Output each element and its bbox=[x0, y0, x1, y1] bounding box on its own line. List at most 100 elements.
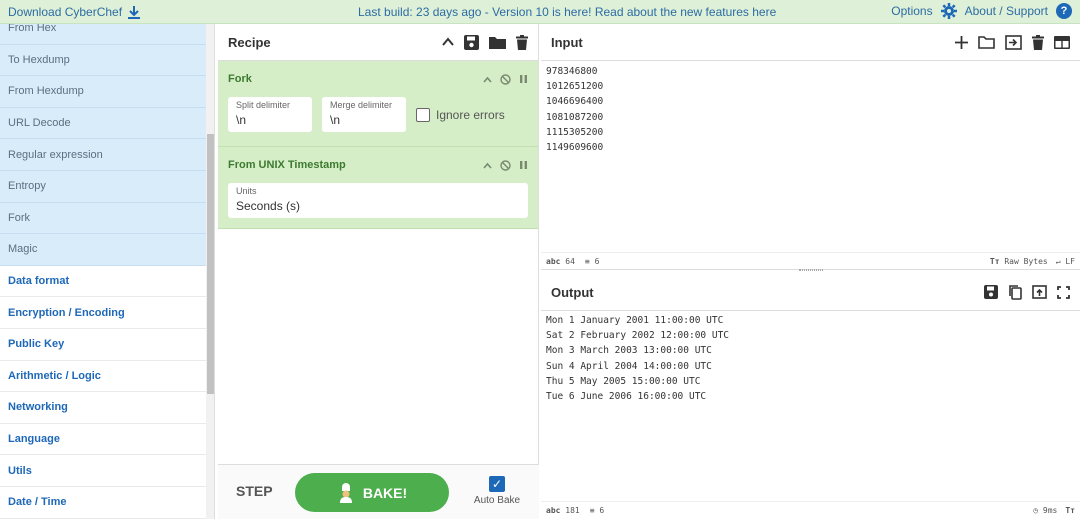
help-icon[interactable]: ? bbox=[1056, 3, 1072, 19]
operation-item[interactable]: Regular expression bbox=[0, 139, 206, 171]
field-label: Merge delimiter bbox=[330, 100, 393, 110]
category-item[interactable]: Data format bbox=[0, 265, 206, 298]
char-count-value: 64 bbox=[565, 257, 575, 266]
category-item[interactable]: Networking bbox=[0, 392, 206, 424]
save-icon[interactable] bbox=[464, 34, 479, 50]
trash-icon[interactable] bbox=[1032, 34, 1044, 50]
disable-icon[interactable] bbox=[500, 159, 511, 171]
operation-item[interactable]: From Hexdump bbox=[0, 76, 206, 108]
import-icon[interactable] bbox=[1005, 34, 1022, 50]
bake-label: BAKE! bbox=[362, 484, 408, 501]
category-item[interactable]: Utils bbox=[0, 455, 206, 487]
fullscreen-icon[interactable] bbox=[1057, 285, 1070, 299]
output-text[interactable]: Mon 1 January 2001 11:00:00 UTC Sat 2 Fe… bbox=[546, 313, 729, 404]
split-delimiter-field[interactable]: Split delimiter \n bbox=[228, 97, 312, 132]
operation-title: From UNIX Timestamp bbox=[228, 159, 346, 171]
recipe-operation-from-unix-timestamp[interactable]: From UNIX Timestamp Units Seconds (s) bbox=[218, 147, 538, 229]
auto-bake-label: Auto Bake bbox=[473, 495, 521, 506]
checkbox-label: Ignore errors bbox=[436, 107, 505, 122]
category-item[interactable]: Public Key bbox=[0, 328, 206, 361]
line-count: ≡ 6 bbox=[584, 257, 600, 266]
char-count: abc 181 bbox=[546, 506, 580, 515]
operations-scrollbar[interactable] bbox=[206, 24, 214, 519]
eol-toggle[interactable]: ↵ LF bbox=[1056, 257, 1075, 266]
recipe-header: Recipe bbox=[218, 24, 538, 61]
operations-panel: From Hex To Hexdump From Hexdump URL Dec… bbox=[0, 24, 215, 519]
folder-icon[interactable] bbox=[489, 35, 506, 49]
chevron-up-icon[interactable] bbox=[442, 37, 454, 47]
raw-bytes-label: Raw Bytes bbox=[1004, 257, 1048, 266]
line-count: ≡ 6 bbox=[589, 506, 605, 515]
build-notice-link[interactable]: Last build: 23 days ago - Version 10 is … bbox=[358, 5, 776, 19]
resize-handle[interactable] bbox=[799, 269, 823, 271]
output-header: Output bbox=[541, 274, 1080, 311]
field-value: \n bbox=[236, 113, 247, 127]
top-banner: Download CyberChef Last build: 23 days a… bbox=[0, 0, 1080, 24]
field-label: Split delimiter bbox=[236, 100, 291, 110]
input-header: Input bbox=[541, 24, 1080, 61]
operations-list: From Hex To Hexdump From Hexdump URL Dec… bbox=[0, 24, 206, 519]
category-item[interactable]: Language bbox=[0, 423, 206, 456]
recipe-operation-fork[interactable]: Fork Split delimiter \n Merge delimiter … bbox=[218, 61, 538, 147]
units-select[interactable]: Units Seconds (s) bbox=[228, 183, 528, 218]
gear-icon[interactable] bbox=[940, 3, 957, 19]
operation-item[interactable]: Entropy bbox=[0, 170, 206, 203]
output-panel: Output Mon 1 January 2001 11:00:00 UTC S… bbox=[541, 274, 1080, 519]
auto-bake-checkbox[interactable]: ✓ Auto Bake bbox=[470, 476, 524, 506]
operation-item[interactable]: To Hexdump bbox=[0, 44, 206, 77]
input-title: Input bbox=[551, 34, 583, 50]
options-link[interactable]: Options bbox=[891, 4, 932, 18]
recipe-title: Recipe bbox=[228, 34, 271, 50]
line-count-value: 6 bbox=[599, 506, 605, 515]
open-folder-icon[interactable] bbox=[978, 35, 995, 49]
category-item[interactable]: Date / Time bbox=[0, 486, 206, 519]
checkmark-icon[interactable]: ✓ bbox=[489, 476, 505, 492]
save-icon[interactable] bbox=[984, 285, 998, 299]
input-status-bar: abc 64 ≡ 6 Tт Raw Bytes ↵ LF bbox=[541, 252, 1080, 270]
field-label: Units bbox=[236, 186, 257, 196]
operation-item[interactable]: URL Decode bbox=[0, 107, 206, 140]
download-label: Download CyberChef bbox=[8, 5, 123, 19]
field-value: \n bbox=[330, 113, 341, 127]
layout-icon[interactable] bbox=[1054, 35, 1070, 49]
chevron-up-icon[interactable] bbox=[483, 76, 492, 83]
raw-bytes-toggle[interactable]: Tт bbox=[1065, 506, 1075, 515]
pause-icon[interactable] bbox=[519, 74, 528, 84]
trash-icon[interactable] bbox=[516, 34, 528, 50]
bake-time: ◷ 9ms bbox=[1033, 506, 1058, 515]
eol-label: LF bbox=[1065, 257, 1075, 266]
category-item[interactable]: Encryption / Encoding bbox=[0, 297, 206, 329]
plus-icon[interactable] bbox=[955, 35, 968, 49]
about-support-link[interactable]: About / Support bbox=[965, 4, 1048, 18]
checkbox-box[interactable] bbox=[416, 107, 430, 122]
field-value: Seconds (s) bbox=[236, 199, 301, 213]
output-status-bar: abc 181 ≡ 6 ◷ 9ms Tт bbox=[541, 501, 1080, 519]
chef-icon bbox=[339, 482, 352, 503]
category-item[interactable]: Arithmetic / Logic bbox=[0, 360, 206, 393]
download-icon bbox=[128, 5, 141, 19]
operation-item[interactable]: Magic bbox=[0, 234, 206, 266]
char-count: abc 64 bbox=[546, 257, 575, 266]
recipe-footer: STEP BAKE! ✓ Auto Bake bbox=[218, 464, 539, 519]
operation-item[interactable]: From Hex bbox=[0, 24, 206, 45]
operation-item[interactable]: Fork bbox=[0, 202, 206, 235]
replace-input-icon[interactable] bbox=[1032, 285, 1047, 299]
disable-icon[interactable] bbox=[500, 73, 511, 85]
input-panel: Input 978346800 1012651200 1046696400 10… bbox=[541, 24, 1080, 271]
output-title: Output bbox=[551, 284, 594, 300]
input-textarea[interactable]: 978346800 1012651200 1046696400 10810872… bbox=[546, 64, 603, 155]
copy-icon[interactable] bbox=[1008, 284, 1022, 300]
chevron-up-icon[interactable] bbox=[483, 162, 492, 169]
ignore-errors-checkbox[interactable]: Ignore errors bbox=[416, 107, 505, 122]
operation-title: Fork bbox=[228, 73, 252, 85]
recipe-panel: Recipe Fork Split delimiter \n Merge del… bbox=[218, 24, 539, 519]
download-link[interactable]: Download CyberChef bbox=[8, 5, 141, 19]
scrollbar-thumb[interactable] bbox=[207, 134, 214, 394]
bake-time-value: 9ms bbox=[1042, 506, 1058, 515]
raw-bytes-toggle[interactable]: Tт Raw Bytes bbox=[990, 257, 1048, 266]
pause-icon[interactable] bbox=[519, 160, 528, 170]
merge-delimiter-field[interactable]: Merge delimiter \n bbox=[322, 97, 406, 132]
line-count-value: 6 bbox=[594, 257, 600, 266]
step-button[interactable]: STEP bbox=[236, 483, 273, 499]
bake-button[interactable]: BAKE! bbox=[295, 473, 449, 512]
